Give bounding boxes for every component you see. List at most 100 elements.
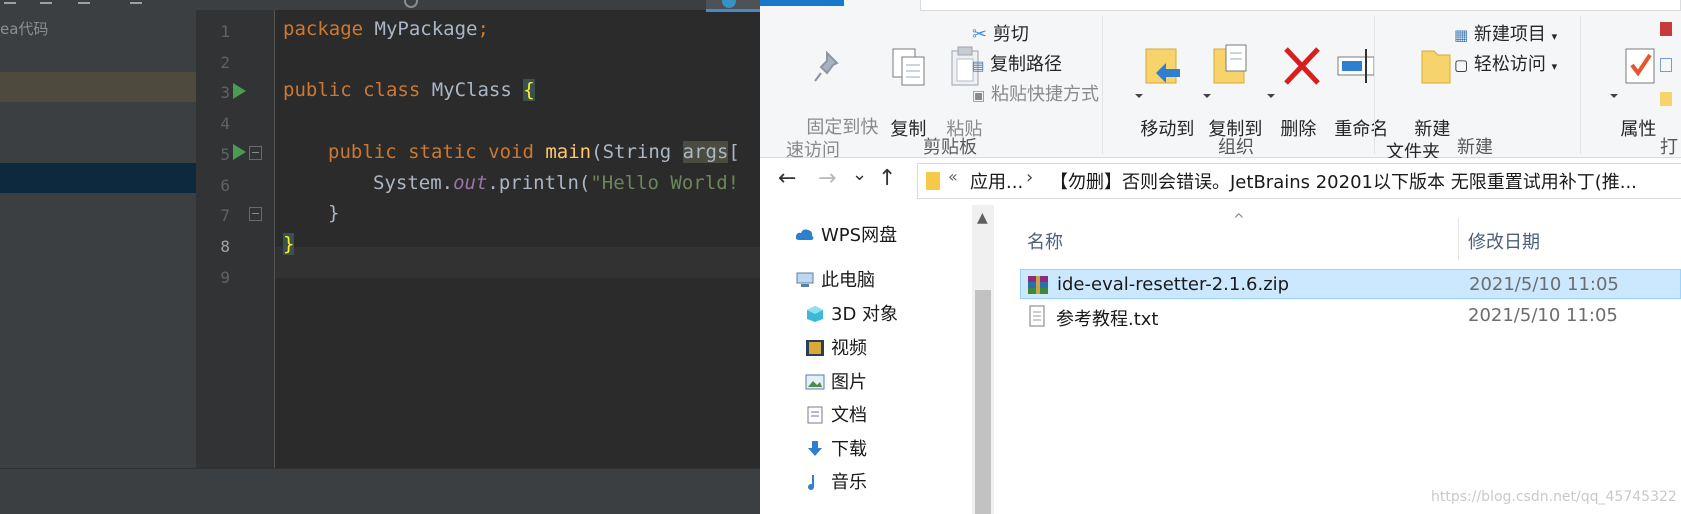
back-button[interactable]: ←	[778, 166, 796, 191]
file-tab[interactable]	[760, 0, 844, 6]
navpane-item-documents[interactable]: 文档	[805, 401, 867, 431]
open-group-label: 打	[1660, 137, 1678, 158]
breadcrumb-segment[interactable]: 应用...	[970, 168, 1023, 194]
keyword: package	[283, 18, 364, 40]
dropdown-arrow-icon	[1135, 94, 1143, 98]
rename-icon	[1337, 49, 1375, 83]
bracket: [	[728, 141, 740, 163]
semicolon: ;	[477, 18, 489, 40]
project-tree-label[interactable]: ea代码	[0, 18, 48, 39]
recent-locations-button[interactable]: ⌄	[852, 164, 867, 185]
navpane-item-pictures[interactable]: 图片	[805, 368, 867, 398]
navpane-item-videos[interactable]: 视频	[805, 334, 867, 364]
new-item-button[interactable]: ▦ 新建项目 ▾	[1454, 20, 1557, 46]
navpane-label: 下载	[831, 439, 867, 460]
folder-icon	[926, 172, 940, 190]
history-icon[interactable]	[1660, 92, 1672, 106]
navpane-scrollbar-thumb[interactable]	[975, 290, 991, 514]
file-list	[994, 205, 1681, 514]
picture-icon	[805, 374, 825, 390]
run-main-icon[interactable]	[233, 144, 246, 160]
column-header-date[interactable]: 修改日期	[1468, 228, 1540, 254]
line-number: 7	[220, 206, 230, 225]
run-class-icon[interactable]	[233, 83, 246, 99]
line-number: 2	[220, 53, 230, 72]
project-tree-row-selected[interactable]	[0, 163, 196, 193]
open-icon[interactable]	[1660, 22, 1672, 36]
navpane-label: WPS网盘	[821, 225, 898, 246]
clipboard-group-label: 剪贴板	[923, 137, 977, 158]
line-number: 4	[220, 114, 230, 133]
navpane-label: 3D 对象	[831, 304, 899, 325]
file-date: 2021/5/10 11:05	[1468, 305, 1618, 326]
fold-icon[interactable]	[249, 146, 262, 160]
string-literal: "Hello World!	[590, 172, 740, 194]
easy-access-icon: ▢	[1454, 56, 1469, 74]
document-icon	[807, 406, 823, 424]
zip-archive-icon	[1028, 276, 1048, 294]
new-item-label: 新建项目	[1473, 24, 1546, 45]
code-editor[interactable]: package MyPackage; public class MyClass …	[275, 10, 760, 468]
navpane-item-downloads[interactable]: 下载	[805, 435, 867, 465]
paste-shortcut-label: 粘贴快捷方式	[990, 84, 1099, 105]
navpane-item-music[interactable]: 音乐	[805, 468, 867, 498]
navpane-label: 此电脑	[821, 270, 875, 291]
project-panel: ea代码	[0, 0, 196, 468]
line-number: 5	[220, 145, 230, 164]
options-icon[interactable]	[78, 0, 90, 4]
column-header-name[interactable]: 名称	[1027, 228, 1063, 254]
forward-button[interactable]: →	[818, 166, 836, 191]
add-icon[interactable]	[130, 0, 142, 4]
file-row-selected[interactable]: ide-eval-resetter-2.1.6.zip 2021/5/10 11…	[1020, 269, 1681, 299]
line-number: 3	[220, 83, 230, 102]
paste-shortcut-icon: ▣	[972, 88, 986, 104]
dropdown-arrow-icon	[1203, 94, 1211, 98]
method-call: .println(	[487, 172, 591, 194]
scroll-up-arrow-icon[interactable]: ▲	[977, 210, 988, 226]
breadcrumb-segment-current[interactable]: 【勿删】否则会错误。JetBrains 20201以下版本 无限重置试用补丁(推…	[1050, 168, 1637, 194]
address-overflow-chevron[interactable]: «	[948, 167, 958, 186]
easy-access-label: 轻松访问	[1473, 54, 1546, 75]
params: (String	[591, 141, 683, 163]
edit-icon[interactable]	[1660, 58, 1672, 72]
paste-shortcut-button[interactable]: ▣ 粘贴快捷方式	[972, 80, 1099, 106]
method-name: main	[545, 141, 592, 163]
collapse-icon[interactable]	[40, 0, 52, 4]
navpane-item-3d[interactable]: 3D 对象	[805, 300, 898, 330]
code-line-7: }	[328, 201, 339, 225]
scissors-icon: ✂	[972, 24, 988, 45]
file-row[interactable]: 参考教程.txt 2021/5/10 11:05	[1020, 301, 1681, 331]
cloud-icon	[795, 229, 814, 240]
column-divider[interactable]	[1458, 218, 1459, 260]
project-tree-row-highlighted[interactable]	[0, 72, 196, 102]
file-date: 2021/5/10 11:05	[1469, 274, 1619, 295]
code-line-6: System.out.println("Hello World!	[373, 171, 739, 195]
breadcrumb-separator[interactable]: ›	[1026, 167, 1033, 188]
navpane-label: 图片	[831, 372, 867, 393]
dropdown-arrow-icon	[1610, 94, 1618, 98]
watermark: https://blog.csdn.net/qq_45745322	[1431, 489, 1677, 505]
cut-button[interactable]: ✂ 剪切	[972, 20, 1029, 46]
navpane-label: 文档	[831, 405, 867, 426]
navpane-label: 视频	[831, 338, 867, 359]
copy-path-icon: ▤	[972, 59, 985, 74]
settings-icon[interactable]	[4, 0, 16, 4]
dropdown-arrow-icon: ▾	[1551, 30, 1558, 43]
fold-icon[interactable]	[249, 207, 262, 221]
keyword: class	[363, 79, 421, 101]
address-bar[interactable]: « 应用... › 【勿删】否则会错误。JetBrains 20201以下版本 …	[917, 163, 1681, 199]
dropdown-arrow-icon: ▾	[1551, 60, 1558, 73]
film-icon	[806, 340, 824, 356]
file-name: 参考教程.txt	[1056, 309, 1159, 330]
tab-file-icon[interactable]	[404, 0, 418, 8]
navpane-item-this-pc[interactable]: 此电脑	[795, 266, 875, 296]
easy-access-button[interactable]: ▢ 轻松访问 ▾	[1454, 50, 1557, 76]
pin-icon	[814, 50, 839, 82]
ide-window: ea代码 1 2 3 4 5 6 7 8 9 package MyPackage…	[0, 0, 760, 514]
ribbon: 固定到快 速访问 复制 粘贴 ✂ 剪切 ▤ 复制路径 ▣ 粘贴快捷方式 剪贴板 …	[760, 0, 1681, 163]
brace: }	[283, 233, 295, 255]
up-button[interactable]: ↑	[878, 166, 896, 191]
copy-path-button[interactable]: ▤ 复制路径	[972, 50, 1062, 76]
ide-status-bar	[0, 468, 760, 514]
navpane-item-wps[interactable]: WPS网盘	[795, 221, 897, 251]
